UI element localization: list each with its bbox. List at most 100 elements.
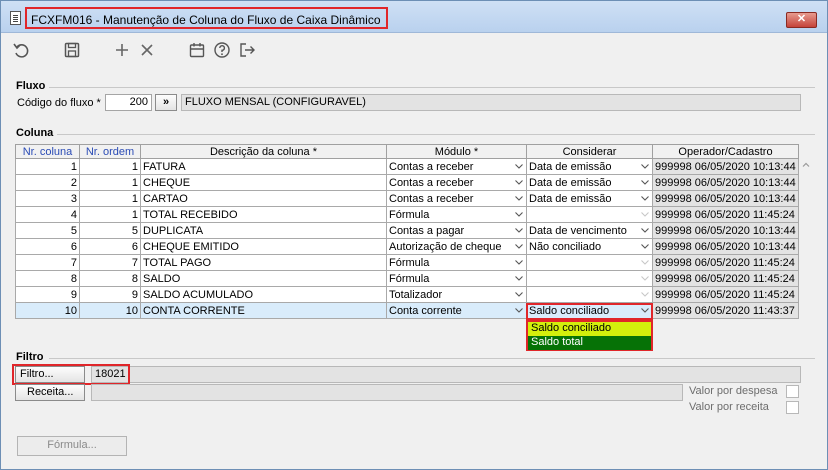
cell-descricao[interactable]: TOTAL PAGO [140,254,387,271]
cell-modulo-combo[interactable]: Fórmula [386,206,527,223]
cell-nr-ordem[interactable]: 1 [79,206,141,223]
cell-descricao[interactable]: SALDO ACUMULADO [140,286,387,303]
cell-nr-ordem[interactable]: 1 [79,174,141,191]
header-nr-coluna[interactable]: Nr. coluna [15,144,80,159]
cell-nr-ordem[interactable]: 7 [79,254,141,271]
chevron-down-icon[interactable] [514,241,524,251]
chevron-down-icon[interactable] [640,193,650,203]
cell-considerar-combo[interactable]: Data de emissão [526,158,653,175]
close-button[interactable]: ✕ [786,12,817,28]
header-modulo[interactable]: Módulo * [386,144,527,159]
chevron-down-icon[interactable] [514,225,524,235]
cell-descricao[interactable]: DUPLICATA [140,222,387,239]
codigo-fluxo-input[interactable]: 200 [105,94,152,111]
cell-nr-ordem[interactable]: 5 [79,222,141,239]
cell-considerar-combo[interactable] [526,254,653,271]
table-row[interactable]: 4 1 TOTAL RECEBIDO Fórmula 999998 06/05/2020… [15,206,799,223]
dropdown-option-saldo-conciliado[interactable]: Saldo conciliado [528,322,651,336]
cell-modulo-combo[interactable]: Conta corrente [386,302,527,319]
cell-nr-coluna[interactable]: 3 [15,190,80,207]
cell-nr-ordem[interactable]: 6 [79,238,141,255]
cell-considerar-combo[interactable]: Data de vencimento [526,222,653,239]
cell-modulo-combo[interactable]: Totalizador [386,286,527,303]
formula-button[interactable]: Fórmula... [17,436,127,456]
table-row[interactable]: 2 1 CHEQUE Contas a receber Data de emissão 9… [15,174,799,191]
cell-modulo-combo[interactable]: Fórmula [386,254,527,271]
cell-descricao[interactable]: CONTA CORRENTE [140,302,387,319]
cell-modulo-combo[interactable]: Contas a pagar [386,222,527,239]
header-nr-ordem[interactable]: Nr. ordem [79,144,141,159]
cell-nr-coluna[interactable]: 6 [15,238,80,255]
chevron-down-icon[interactable] [514,273,524,283]
cell-nr-coluna[interactable]: 7 [15,254,80,271]
cell-descricao[interactable]: CHEQUE [140,174,387,191]
cell-nr-coluna[interactable]: 9 [15,286,80,303]
cell-modulo-combo[interactable]: Contas a receber [386,174,527,191]
cell-nr-ordem[interactable]: 1 [79,158,141,175]
chevron-down-icon[interactable] [640,273,650,283]
table-row[interactable]: 9 9 SALDO ACUMULADO Totalizador 999998 06/05… [15,286,799,303]
chevron-down-icon[interactable] [514,257,524,267]
chevron-down-icon[interactable] [514,289,524,299]
receita-button[interactable]: Receita... [15,384,85,401]
chevron-down-icon[interactable] [640,257,650,267]
scroll-up-icon[interactable] [801,160,811,170]
cell-considerar-combo[interactable]: Data de emissão [526,174,653,191]
add-icon[interactable] [112,40,132,60]
cell-descricao[interactable]: FATURA [140,158,387,175]
cell-nr-coluna[interactable]: 2 [15,174,80,191]
table-row[interactable]: 6 6 CHEQUE EMITIDO Autorização de cheque Não… [15,238,799,255]
exit-icon[interactable] [237,40,257,60]
table-row[interactable]: 8 8 SALDO Fórmula 999998 06/05/2020 11:45:24 [15,270,799,287]
chevron-down-icon[interactable] [514,161,524,171]
cell-descricao[interactable]: TOTAL RECEBIDO [140,206,387,223]
cell-nr-ordem[interactable]: 10 [79,302,141,319]
cell-nr-ordem[interactable]: 9 [79,286,141,303]
chevron-down-icon[interactable] [640,209,650,219]
cell-considerar-combo[interactable] [526,206,653,223]
header-considerar[interactable]: Considerar [526,144,653,159]
cell-modulo-combo[interactable]: Fórmula [386,270,527,287]
header-descricao[interactable]: Descrição da coluna * [140,144,387,159]
header-operador[interactable]: Operador/Cadastro [652,144,799,159]
cell-nr-coluna[interactable]: 1 [15,158,80,175]
cell-descricao[interactable]: CARTAO [140,190,387,207]
chevron-down-icon[interactable] [514,209,524,219]
chevron-down-icon[interactable] [640,177,650,187]
table-row[interactable]: 1 1 FATURA Contas a receber Data de emissão 9… [15,158,799,175]
table-scrollbar[interactable] [799,144,813,320]
chevron-down-icon[interactable] [514,193,524,203]
chevron-down-icon[interactable] [514,177,524,187]
cell-considerar-combo[interactable]: Data de emissão [526,190,653,207]
considerar-dropdown-list[interactable]: Saldo conciliado Saldo total [526,320,653,351]
dropdown-option-saldo-total[interactable]: Saldo total [528,336,651,350]
table-row[interactable]: 3 1 CARTAO Contas a receber Data de emissão 9… [15,190,799,207]
chevron-down-icon[interactable] [640,289,650,299]
cell-nr-coluna[interactable]: 10 [15,302,80,319]
chevron-down-icon[interactable] [640,241,650,251]
table-row[interactable]: 5 5 DUPLICATA Contas a pagar Data de vencime… [15,222,799,239]
delete-icon[interactable] [137,40,157,60]
undo-icon[interactable] [11,40,31,60]
cell-considerar-combo[interactable] [526,286,653,303]
calendar-icon[interactable] [187,40,207,60]
save-icon[interactable] [62,40,82,60]
cell-nr-coluna[interactable]: 8 [15,270,80,287]
cell-considerar-combo[interactable] [526,270,653,287]
valor-receita-checkbox[interactable] [786,401,799,414]
table-row[interactable]: 7 7 TOTAL PAGO Fórmula 999998 06/05/2020 11:… [15,254,799,271]
help-icon[interactable] [212,40,232,60]
chevron-down-icon[interactable] [640,225,650,235]
cell-nr-coluna[interactable]: 5 [15,222,80,239]
cell-descricao[interactable]: SALDO [140,270,387,287]
lookup-fluxo-button[interactable]: » [155,94,177,111]
cell-considerar-combo[interactable]: Não conciliado [526,238,653,255]
valor-despesa-checkbox[interactable] [786,385,799,398]
table-row[interactable]: 10 10 CONTA CORRENTE Conta corrente Saldo co… [15,302,799,319]
chevron-down-icon[interactable] [640,161,650,171]
chevron-down-icon[interactable] [514,305,524,315]
cell-nr-coluna[interactable]: 4 [15,206,80,223]
cell-descricao[interactable]: CHEQUE EMITIDO [140,238,387,255]
cell-nr-ordem[interactable]: 1 [79,190,141,207]
cell-modulo-combo[interactable]: Contas a receber [386,158,527,175]
